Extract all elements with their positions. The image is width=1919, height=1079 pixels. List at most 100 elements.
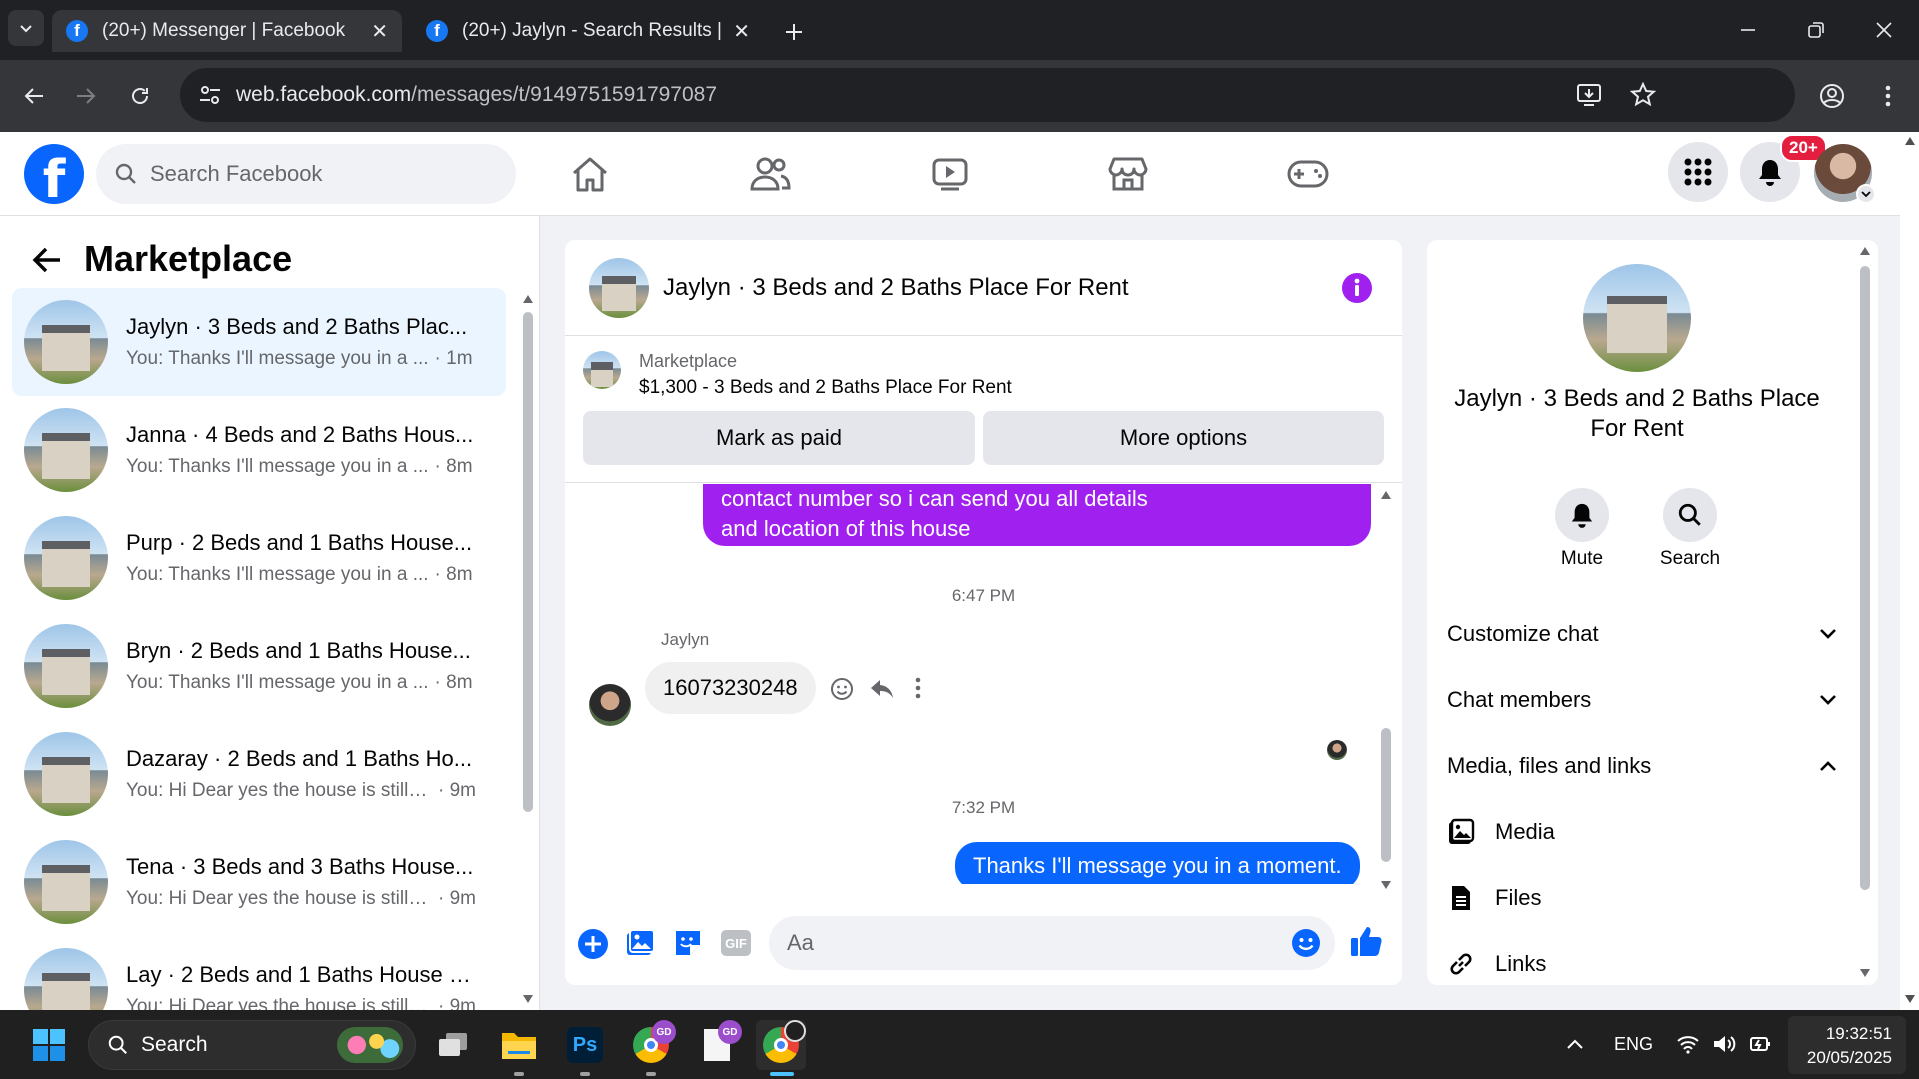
facebook-search-input[interactable]: Search Facebook [96,144,516,204]
scroll-up-icon[interactable] [1859,246,1871,256]
profile-badge-icon [784,1020,806,1042]
wifi-icon[interactable] [1676,1034,1700,1054]
outgoing-message[interactable]: Thanks I'll message you in a moment. [955,842,1360,884]
minimize-button[interactable] [1728,10,1768,50]
nav-video[interactable] [920,144,980,204]
mark-as-paid-button[interactable]: Mark as paid [583,411,975,465]
like-thumb-icon[interactable] [1349,924,1383,958]
scroll-down-icon[interactable] [522,994,534,1004]
page-scrollbar[interactable] [1900,132,1919,1010]
close-icon [1876,22,1892,38]
close-tab-icon[interactable]: ✕ [733,19,750,44]
back-arrow-icon[interactable] [32,246,62,274]
bell-icon [1571,503,1593,528]
conversation-item[interactable]: Jaylyn · 3 Beds and 2 Baths Plac... You:… [12,288,506,396]
chat-title[interactable]: Jaylyn · 3 Beds and 2 Baths Place For Re… [663,274,1129,302]
account-chevron[interactable] [1856,184,1876,204]
start-button[interactable] [24,1020,74,1070]
links-row[interactable]: Links [1447,936,1847,985]
close-window-button[interactable] [1864,10,1904,50]
facebook-logo[interactable]: f [24,144,84,204]
react-emoji-icon[interactable] [829,676,855,702]
reload-icon [132,88,148,104]
tab-messenger[interactable]: f (20+) Messenger | Facebook ✕ [52,10,402,52]
menu-button[interactable] [1668,142,1728,202]
profile-button[interactable] [1812,76,1852,116]
conversation-item[interactable]: Lay · 2 Beds and 1 Baths House F... You:… [12,936,506,1010]
restore-button[interactable] [1796,10,1836,50]
friends-icon [750,157,791,191]
scroll-down-icon[interactable] [1859,968,1871,978]
reload-button[interactable] [120,76,160,116]
sender-avatar[interactable] [589,684,631,726]
sidebar-scrollbar-thumb[interactable] [523,312,533,812]
task-view-button[interactable] [428,1020,478,1070]
conversation-item[interactable]: Janna · 4 Beds and 2 Baths Hous... You: … [12,396,506,504]
gaming-icon [1287,160,1329,188]
chevron-up-icon[interactable] [1566,1038,1584,1050]
listing-source: Marketplace [639,351,738,371]
folder-icon [502,1033,536,1059]
listing-thumbnail[interactable] [583,351,621,389]
scroll-up-icon[interactable] [522,294,534,304]
photoshop-button[interactable]: Ps [560,1020,610,1070]
tab-search-button[interactable] [8,10,44,46]
browser-address-bar: web.facebook.com/messages/t/914975159179… [0,60,1919,132]
new-tab-button[interactable] [774,12,814,52]
close-tab-icon[interactable]: ✕ [371,19,388,44]
volume-icon[interactable] [1712,1034,1736,1054]
scroll-up-icon[interactable] [1380,490,1392,500]
file-icon [1452,886,1470,910]
chat-scrollbar-thumb[interactable] [1381,728,1391,862]
more-vertical-icon[interactable] [915,676,921,700]
clock-area[interactable]: 19:32:51 20/05/2025 [1788,1016,1906,1074]
reply-icon[interactable] [869,678,895,700]
plus-circle-icon[interactable] [577,928,609,960]
nav-friends[interactable] [740,144,800,204]
media-files-links-row[interactable]: Media, files and links [1447,738,1847,794]
files-row[interactable]: Files [1447,870,1847,926]
chat-members-row[interactable]: Chat members [1447,672,1847,728]
url-bar[interactable]: web.facebook.com/messages/t/914975159179… [180,68,1795,122]
scroll-down-icon[interactable] [1380,880,1392,890]
forward-button[interactable] [66,76,106,116]
battery-charging-icon[interactable] [1748,1032,1772,1056]
site-settings-icon[interactable] [198,83,222,107]
language-indicator[interactable]: ENG [1614,1034,1653,1055]
scroll-up-icon[interactable] [1904,136,1916,146]
file-explorer-button[interactable] [494,1020,544,1070]
nav-gaming[interactable] [1278,144,1338,204]
search-in-conversation-button[interactable] [1663,488,1717,542]
chat-avatar[interactable] [589,257,649,318]
conversation-item[interactable]: Purp · 2 Beds and 1 Baths House... You: … [12,504,506,612]
taskbar-search[interactable]: Search [88,1020,416,1070]
back-button[interactable] [14,76,54,116]
browser-menu-button[interactable] [1868,76,1908,116]
nav-marketplace[interactable] [1098,144,1158,204]
mute-button[interactable] [1555,488,1609,542]
gif-button[interactable]: GIF [721,930,751,956]
nav-home[interactable] [560,144,620,204]
incoming-message[interactable]: 16073230248 [645,662,816,714]
outgoing-message[interactable]: contact number so i can send you all det… [703,484,1371,546]
tab-search-results[interactable]: f (20+) Jaylyn - Search Results | F ✕ [412,10,764,52]
info-avatar[interactable] [1583,264,1691,372]
running-indicator [646,1072,656,1076]
sticker-icon[interactable] [673,928,703,958]
conversation-item[interactable]: Tena · 3 Beds and 3 Baths House... You: … [12,828,506,936]
message-input[interactable]: Aa [769,916,1335,970]
photo-icon[interactable] [625,928,655,958]
emoji-icon[interactable] [1291,928,1321,958]
plus-icon [786,24,802,40]
info-icon[interactable] [1341,272,1373,304]
listing-title[interactable]: $1,300 - 3 Beds and 2 Baths Place For Re… [639,377,1012,399]
more-options-button[interactable]: More options [983,411,1384,465]
info-scrollbar-thumb[interactable] [1860,266,1870,890]
bookmark-star-icon[interactable] [1630,82,1656,108]
scroll-down-icon[interactable] [1904,994,1916,1004]
conversation-item[interactable]: Bryn · 2 Beds and 1 Baths House... You: … [12,612,506,720]
conversation-item[interactable]: Dazaray · 2 Beds and 1 Baths Ho... You: … [12,720,506,828]
customize-chat-row[interactable]: Customize chat [1447,606,1847,662]
media-row[interactable]: Media [1447,804,1847,860]
install-app-icon[interactable] [1576,83,1602,107]
